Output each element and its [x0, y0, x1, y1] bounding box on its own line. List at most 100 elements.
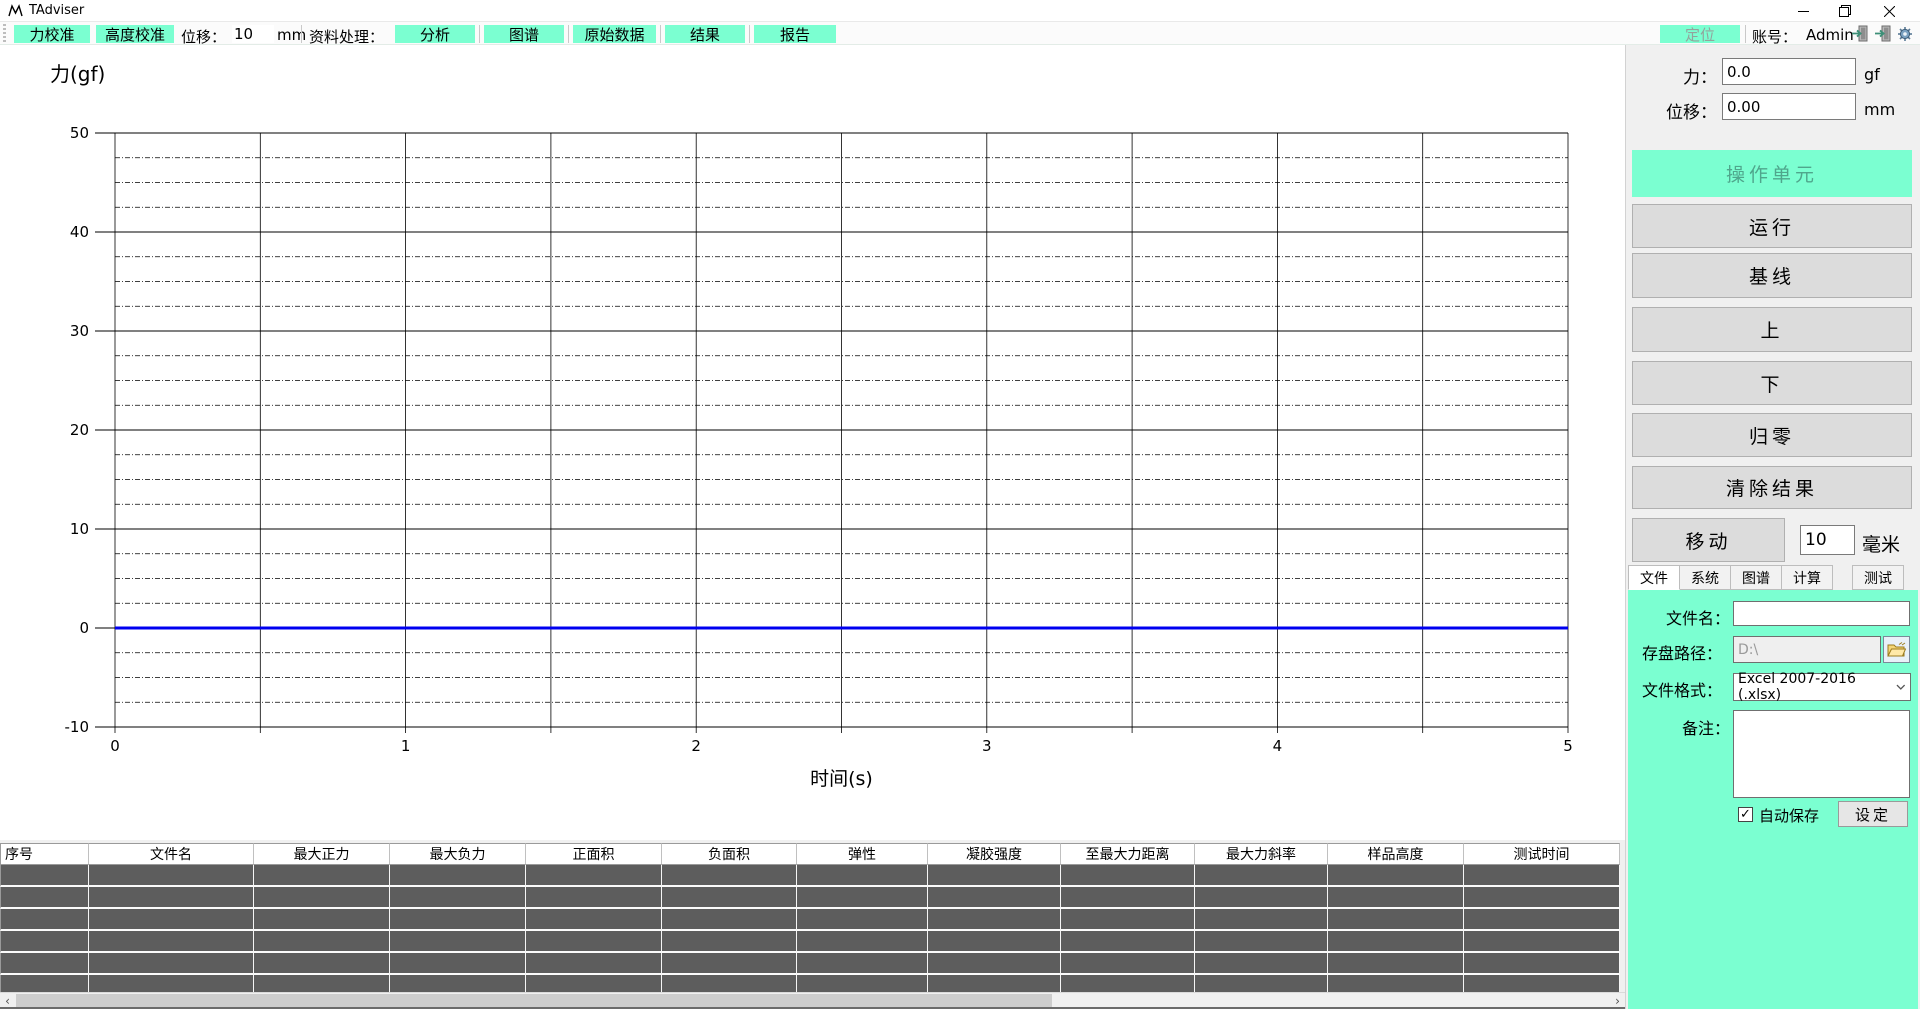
move-button[interactable]: 移动 — [1632, 518, 1785, 562]
table-header-cell: 序号 — [0, 843, 89, 865]
set-button[interactable]: 设定 — [1838, 801, 1908, 827]
table-row[interactable] — [0, 887, 1620, 909]
table-cell — [254, 865, 390, 887]
analysis-button[interactable]: 分析 — [395, 25, 475, 43]
table-cell — [1061, 887, 1195, 909]
login-icon[interactable] — [1851, 25, 1869, 42]
title-bar: TAdviser — [0, 0, 1920, 22]
raw-data-button[interactable]: 原始数据 — [573, 25, 656, 43]
clear-results-button[interactable]: 清除结果 — [1632, 466, 1912, 509]
table-cell — [928, 931, 1061, 953]
table-header-cell: 正面积 — [526, 843, 662, 865]
table-cell — [0, 931, 89, 953]
tab-graph[interactable]: 图谱 — [1731, 565, 1782, 590]
up-button[interactable]: 上 — [1632, 307, 1912, 352]
save-path-input[interactable] — [1733, 636, 1881, 663]
file-format-select[interactable]: Excel 2007-2016 (.xlsx) — [1733, 673, 1911, 701]
table-cell — [1464, 931, 1620, 953]
result-button[interactable]: 结果 — [665, 25, 745, 43]
table-cell — [797, 953, 928, 975]
table-cell — [662, 865, 797, 887]
table-row[interactable] — [0, 953, 1620, 975]
scroll-left-arrow-icon[interactable]: ‹ — [0, 993, 15, 1008]
horizontal-scrollbar[interactable]: ‹ › — [0, 992, 1625, 1007]
right-panel: 力： gf 位移： mm 操作单元 运行 基线 上 下 归零 清除结果 移动 毫… — [1626, 45, 1920, 1009]
table-header-cell: 最大力斜率 — [1195, 843, 1328, 865]
close-button[interactable] — [1872, 0, 1906, 22]
operate-unit-button[interactable]: 操作单元 — [1632, 150, 1912, 197]
zero-button[interactable]: 归零 — [1632, 413, 1912, 457]
table-cell — [1061, 909, 1195, 931]
table-cell — [0, 909, 89, 931]
table-cell — [254, 909, 390, 931]
table-cell — [1061, 865, 1195, 887]
folder-icon — [1887, 642, 1906, 657]
svg-text:30: 30 — [70, 322, 89, 340]
logout-icon[interactable] — [1874, 25, 1892, 42]
force-calibration-button[interactable]: 力校准 — [14, 25, 90, 43]
minimize-button[interactable] — [1786, 0, 1820, 22]
data-processing-label: 资料处理： — [309, 26, 384, 47]
table-cell — [928, 887, 1061, 909]
table-cell — [526, 931, 662, 953]
table-cell — [1328, 931, 1464, 953]
settings-tab-bar: 文件 系统 图谱 计算 测试 — [1628, 565, 1904, 590]
table-cell — [1195, 909, 1328, 931]
settings-gear-icon[interactable] — [1897, 26, 1913, 42]
account-value: Admin — [1806, 26, 1854, 44]
scroll-right-arrow-icon[interactable]: › — [1610, 993, 1625, 1008]
svg-text:4: 4 — [1273, 737, 1283, 755]
table-cell — [254, 931, 390, 953]
auto-save-checkbox[interactable]: ✓ — [1738, 807, 1753, 822]
table-cell — [1464, 887, 1620, 909]
table-row[interactable] — [0, 865, 1620, 887]
displacement-readout-input[interactable] — [1722, 93, 1856, 120]
table-row[interactable] — [0, 931, 1620, 953]
table-cell — [0, 865, 89, 887]
tab-calculate[interactable]: 计算 — [1782, 565, 1833, 590]
scrollbar-thumb[interactable] — [16, 994, 1052, 1007]
svg-text:1: 1 — [401, 737, 411, 755]
displacement-input[interactable] — [232, 25, 274, 43]
table-cell — [797, 909, 928, 931]
svg-text:3: 3 — [982, 737, 992, 755]
table-cell — [390, 909, 526, 931]
move-distance-input[interactable] — [1800, 525, 1855, 555]
table-header-cell: 凝胶强度 — [928, 843, 1061, 865]
browse-folder-button[interactable] — [1883, 636, 1910, 663]
remark-textarea[interactable] — [1733, 710, 1910, 798]
table-cell — [662, 887, 797, 909]
svg-text:40: 40 — [70, 223, 89, 241]
report-button[interactable]: 报告 — [754, 25, 836, 43]
table-cell — [89, 909, 254, 931]
file-name-input[interactable] — [1733, 601, 1910, 626]
chevron-down-icon — [1896, 684, 1906, 690]
tab-file[interactable]: 文件 — [1628, 565, 1680, 590]
table-cell — [662, 931, 797, 953]
file-format-value: Excel 2007-2016 (.xlsx) — [1738, 671, 1896, 703]
table-header-cell: 至最大力距离 — [1061, 843, 1195, 865]
svg-text:50: 50 — [70, 124, 89, 142]
table-cell — [0, 887, 89, 909]
table-header-cell: 最大正力 — [254, 843, 390, 865]
force-time-chart: -1001020304050012345力(gf)时间(s) — [0, 45, 1625, 840]
svg-text:时间(s): 时间(s) — [810, 768, 873, 790]
table-cell — [1328, 865, 1464, 887]
table-row[interactable] — [0, 909, 1620, 931]
run-button[interactable]: 运行 — [1632, 204, 1912, 248]
force-readout-input[interactable] — [1722, 58, 1856, 85]
baseline-button[interactable]: 基线 — [1632, 253, 1912, 298]
tab-system[interactable]: 系统 — [1680, 565, 1731, 590]
tab-test[interactable]: 测试 — [1852, 565, 1904, 590]
height-calibration-button[interactable]: 高度校准 — [96, 25, 174, 43]
table-cell — [1328, 909, 1464, 931]
table-cell — [254, 953, 390, 975]
table-cell — [89, 953, 254, 975]
table-cell — [89, 865, 254, 887]
graph-button[interactable]: 图谱 — [484, 25, 564, 43]
file-name-label: 文件名： — [1638, 605, 1730, 629]
table-cell — [390, 865, 526, 887]
positioning-button[interactable]: 定位 — [1660, 25, 1740, 43]
restore-button[interactable] — [1828, 0, 1862, 22]
down-button[interactable]: 下 — [1632, 361, 1912, 405]
